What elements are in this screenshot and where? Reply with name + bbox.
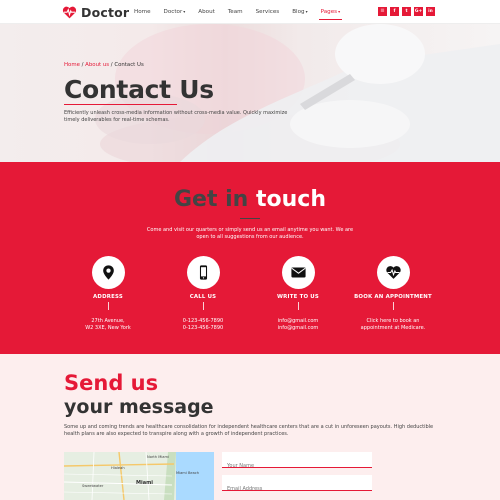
- phone-icon: [199, 265, 207, 280]
- map-label-sweetwater: Sweetwater: [82, 484, 104, 488]
- nav-item-blog[interactable]: Blog▾: [292, 0, 307, 24]
- nav-label: Pages: [320, 9, 338, 15]
- map-label-hialeah: Hialeah: [111, 466, 125, 470]
- contact-card-address: ADDRESS 27th Avenue, W2 3XE, New York: [58, 256, 158, 333]
- twitter-icon[interactable]: t: [402, 7, 411, 16]
- rss-icon[interactable]: ☰: [378, 7, 387, 16]
- name-field: [222, 452, 372, 474]
- card-line-2: info@gmail.com: [277, 325, 319, 332]
- card-title: BOOK AN APPOINTMENT: [354, 294, 432, 300]
- nav-label: Doctor: [163, 9, 183, 15]
- contact-card-write: WRITE TO US info@gmail.com info@gmail.co…: [248, 256, 348, 333]
- caret-down-icon: ▾: [338, 9, 341, 14]
- nav-item-team[interactable]: Team: [228, 0, 243, 24]
- map-label-miami: Miami: [136, 480, 153, 486]
- heartbeat-icon: [385, 266, 401, 279]
- brand-logo[interactable]: Doctor: [62, 4, 129, 20]
- heartbeat-icon-circle[interactable]: [376, 256, 410, 289]
- phone-icon-circle: [186, 256, 220, 289]
- breadcrumb-current: Contact Us: [114, 62, 144, 68]
- get-in-touch-section: Get in touch Come and visit our quarters…: [0, 162, 500, 354]
- nav-item-home[interactable]: Home: [134, 0, 151, 24]
- card-line-1: info@gmail.com: [277, 318, 319, 324]
- section-title: Get in touch: [0, 187, 500, 212]
- card-divider: [202, 302, 204, 310]
- title-underline: [64, 104, 177, 105]
- card-title: CALL US: [189, 294, 217, 300]
- breadcrumb-home-link[interactable]: Home: [64, 62, 80, 68]
- contact-card-call: CALL US 0-123-456-7890 0-123-456-7890: [153, 256, 253, 333]
- page-hero: Home / About us / Contact Us Contact Us …: [0, 24, 500, 162]
- card-line-2: appointment at Medicare.: [360, 325, 426, 332]
- nav-label: Services: [255, 9, 280, 15]
- social-links: ☰ f t G+ in: [378, 7, 435, 16]
- nav-item-services[interactable]: Services: [256, 0, 280, 24]
- site-header: Doctor Home Doctor▾ About Team Services …: [0, 0, 500, 24]
- nav-label: Home: [134, 9, 151, 15]
- facebook-icon[interactable]: f: [390, 7, 399, 16]
- title-part-2: touch: [256, 187, 327, 212]
- map-graphic: North Miami Hialeah Miami Sweetwater Mia…: [64, 452, 214, 500]
- envelope-icon: [290, 267, 306, 278]
- contact-card-appointment: BOOK AN APPOINTMENT Click here to book a…: [343, 256, 443, 333]
- hero-description: Efficiently unleash cross-media informat…: [64, 110, 288, 124]
- book-appointment-link[interactable]: Click here to book an: [343, 318, 443, 325]
- email-input[interactable]: [222, 481, 372, 497]
- card-title: WRITE TO US: [277, 294, 319, 300]
- nav-item-about[interactable]: About: [198, 0, 215, 24]
- card-line-1: 27th Avenue,: [91, 318, 125, 324]
- map-pin-icon: [102, 265, 114, 280]
- map-label-miami-beach: Miami Beach: [176, 471, 199, 475]
- envelope-icon-circle: [281, 256, 315, 289]
- section-description: Some up and coming trends are healthcare…: [64, 424, 434, 438]
- nav-label: Blog: [292, 9, 305, 15]
- location-map[interactable]: North Miami Hialeah Miami Sweetwater Mia…: [64, 452, 214, 500]
- title-divider: [240, 218, 260, 219]
- card-line-1: 0-123-456-7890: [182, 318, 224, 324]
- heart-pulse-logo-icon: [62, 6, 77, 18]
- breadcrumb-about-link[interactable]: About us: [85, 62, 109, 68]
- section-title: your message: [64, 396, 214, 418]
- nav-item-doctor[interactable]: Doctor▾: [164, 0, 186, 24]
- name-input[interactable]: [222, 458, 372, 474]
- email-field: [222, 475, 372, 497]
- card-divider: [107, 302, 109, 310]
- card-title: ADDRESS: [93, 294, 123, 300]
- card-divider: [297, 302, 299, 310]
- section-title-accent: Send us: [64, 371, 159, 395]
- title-part-1: Get in: [173, 187, 249, 212]
- google-plus-icon[interactable]: G+: [414, 7, 423, 16]
- linkedin-icon[interactable]: in: [426, 7, 435, 16]
- section-description: Come and visit our quarters or simply se…: [146, 227, 354, 241]
- caret-down-icon: ▾: [183, 9, 186, 14]
- brand-name: Doctor: [81, 4, 130, 20]
- map-label-north-miami: North Miami: [147, 455, 169, 459]
- caret-down-icon: ▾: [305, 9, 308, 14]
- nav-label: About: [198, 9, 215, 15]
- breadcrumb: Home / About us / Contact Us: [64, 62, 144, 68]
- nav-item-pages[interactable]: Pages▾: [318, 0, 343, 24]
- address-icon-circle: [91, 256, 125, 289]
- main-nav: Home Doctor▾ About Team Services Blog▾ P…: [134, 0, 353, 24]
- page-title: Contact Us: [64, 75, 214, 104]
- card-line-2: W2 3XE, New York: [85, 325, 131, 332]
- nav-label: Team: [227, 9, 243, 15]
- card-divider: [392, 302, 394, 310]
- card-line-2: 0-123-456-7890: [182, 325, 224, 332]
- send-message-section: Send us your message Some up and coming …: [0, 354, 500, 500]
